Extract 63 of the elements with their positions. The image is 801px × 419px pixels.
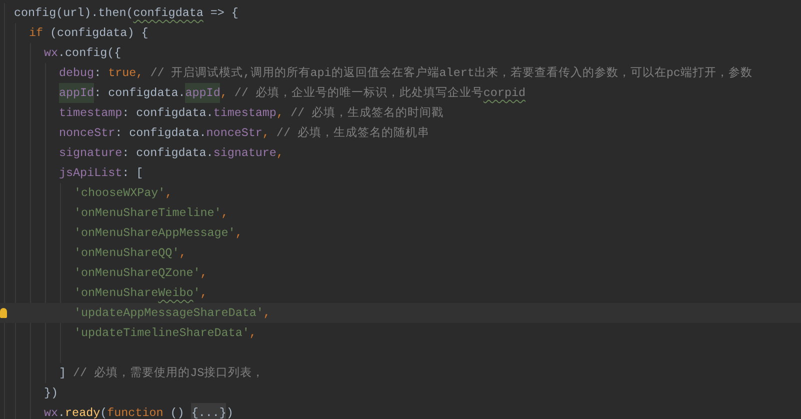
code-text: ) — [226, 405, 234, 419]
string-literal: 'chooseWXPay' — [74, 185, 166, 202]
punctuation: , — [276, 105, 284, 122]
punctuation: , — [263, 305, 270, 322]
code-text: . — [58, 405, 66, 419]
code-text: .config({ — [58, 45, 122, 62]
code-text: : configdata. — [122, 145, 214, 162]
code-text: () — [169, 405, 186, 419]
code-comment: // 必填，生成签名的时间戳 — [289, 105, 444, 122]
punctuation: , — [235, 225, 242, 242]
string-literal: 'onMenuShareTimeline' — [74, 205, 222, 222]
property-name: signature — [59, 145, 122, 162]
punctuation: , — [221, 205, 228, 222]
code-text: : configdata. — [115, 125, 206, 142]
keyword: true, — [108, 65, 144, 82]
code-text: : [ — [122, 165, 144, 182]
code-comment: // 必填，企业号的唯一标识，此处填写企业号 — [233, 85, 484, 102]
keyword: if — [29, 25, 44, 42]
property-name: nonceStr — [59, 125, 116, 142]
property-name: wx — [44, 405, 58, 419]
string-literal: 'onMenuShareAppMessage' — [74, 225, 236, 242]
code-comment: // 开启调试模式,调用的所有api的返回值会在客户端alert出来，若要查看传入的参数，可以在pc端打开，参数 — [149, 65, 752, 82]
punctuation: , — [262, 125, 270, 142]
code-comment: corpid — [483, 85, 526, 102]
property-name: timestamp — [59, 105, 122, 122]
code-text: }) — [44, 385, 58, 402]
code-text: : configdata. — [122, 105, 214, 122]
code-text: : configdata. — [94, 85, 186, 102]
punctuation: , — [165, 185, 172, 202]
property-name: jsApiList — [59, 165, 122, 182]
code-comment: // 必填，生成签名的随机串 — [275, 125, 430, 142]
punctuation: , — [249, 325, 256, 342]
keyword: function — [107, 405, 164, 419]
string-literal: 'updateAppMessageShareData' — [74, 305, 264, 322]
property-name: appId — [185, 83, 220, 103]
property-name: debug — [59, 65, 94, 82]
code-text: ] — [59, 365, 66, 382]
string-literal: ' — [193, 285, 200, 302]
property-name: wx — [44, 45, 58, 62]
punctuation: , — [220, 85, 228, 102]
code-text: ( — [100, 405, 108, 419]
code-comment: // 必填，需要使用的JS接口列表， — [72, 365, 264, 382]
string-literal: 'onMenuShare — [74, 285, 158, 302]
code-text: => { — [209, 5, 238, 22]
code-text: (configdata) { — [49, 25, 148, 42]
property-name: nonceStr — [206, 125, 262, 142]
punctuation: , — [276, 145, 284, 162]
punctuation: , — [200, 265, 208, 282]
string-literal: 'onMenuShareQZone' — [74, 265, 200, 282]
property-name: timestamp — [213, 105, 276, 122]
punctuation: , — [200, 285, 208, 302]
string-literal: 'onMenuShareQQ' — [74, 245, 180, 262]
property-name: signature — [213, 145, 276, 162]
code-text: configdata — [133, 5, 204, 22]
folded-code[interactable]: {...} — [191, 403, 226, 419]
property-name: appId — [59, 83, 94, 103]
code-text: config(url).then( — [14, 5, 134, 22]
punctuation: , — [179, 245, 186, 262]
lightbulb-icon[interactable] — [0, 308, 7, 318]
code-text: : — [94, 65, 102, 82]
function-name: ready — [65, 405, 100, 419]
string-literal: 'updateTimelineShareData' — [74, 325, 250, 342]
string-literal: Weibo — [158, 285, 194, 302]
